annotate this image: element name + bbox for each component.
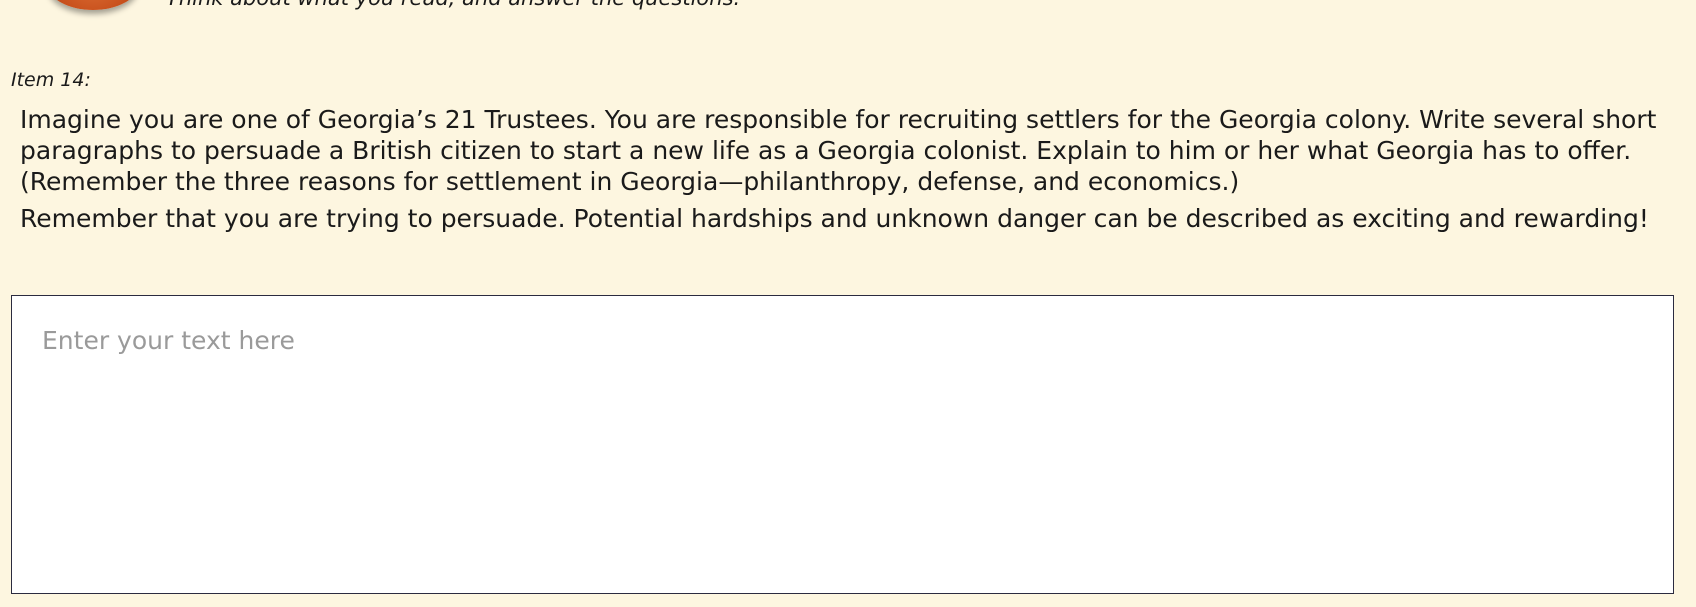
item-number-label: Item 14:	[11, 69, 91, 91]
question-prompt: Imagine you are one of Georgia’s 21 Trus…	[20, 104, 1670, 234]
prompt-paragraph: Imagine you are one of Georgia’s 21 Trus…	[20, 105, 1657, 196]
prompt-paragraph: Remember that you are trying to persuade…	[20, 204, 1649, 233]
answer-text-area[interactable]	[11, 295, 1674, 594]
instruction-header: Think about what you read, and answer th…	[0, 0, 1696, 40]
instruction-text: Think about what you read, and answer th…	[166, 0, 740, 10]
reading-badge-icon	[48, 0, 138, 10]
